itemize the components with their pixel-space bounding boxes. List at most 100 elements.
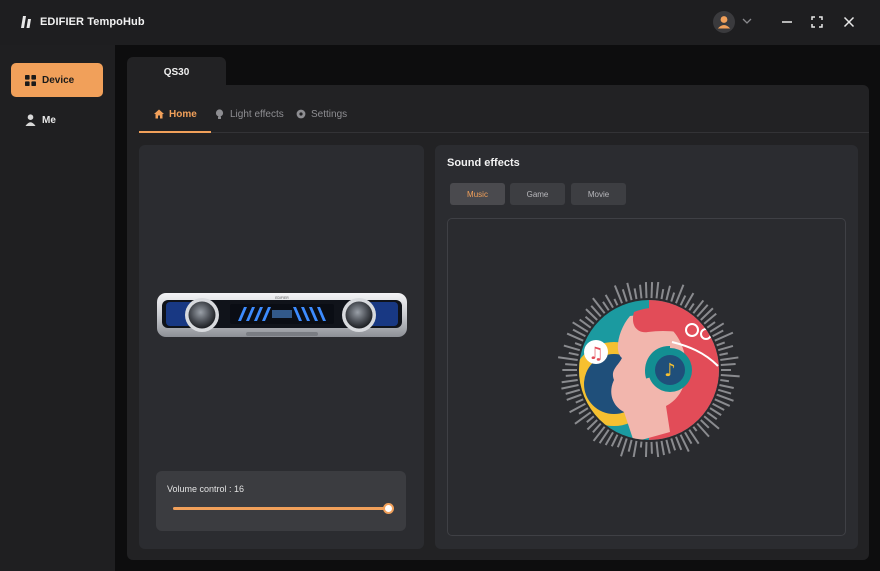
wave-bar — [706, 321, 716, 329]
sound-effects-title: Sound effects — [447, 157, 520, 169]
wave-bar — [557, 356, 578, 361]
wave-bar — [568, 351, 579, 357]
wave-bar — [700, 419, 710, 429]
close-icon — [843, 16, 855, 28]
music-note-icon: ♫ — [588, 344, 603, 364]
wave-bar — [719, 383, 734, 389]
grid-icon — [24, 74, 36, 86]
wave-bar — [586, 415, 595, 423]
wave-bar — [692, 426, 698, 432]
wave-bar — [660, 288, 665, 300]
volume-label: Volume control : 16 — [167, 484, 245, 494]
wave-bar — [575, 398, 584, 404]
wave-bar — [565, 363, 578, 366]
tab-home-label: Home — [169, 108, 197, 120]
movie-mode-button[interactable]: Movie — [571, 183, 626, 205]
volume-slider-handle[interactable] — [383, 503, 394, 514]
wave-bar — [572, 328, 586, 338]
wave-bar — [650, 282, 654, 299]
active-tab-indicator — [139, 131, 211, 133]
wave-bar — [565, 374, 578, 377]
wave-bar — [717, 388, 732, 395]
sidebar-item-me[interactable]: Me — [11, 103, 103, 137]
wave-bar — [610, 434, 619, 447]
tab-qs30[interactable]: QS30 — [127, 57, 226, 87]
wave-bar — [574, 342, 582, 347]
bulb-icon — [215, 108, 225, 119]
wave-bar — [644, 441, 648, 457]
tab-light-effects-label: Light effects — [230, 108, 284, 120]
wave-bar — [584, 315, 595, 325]
wave-bar — [578, 407, 589, 415]
wave-bar — [626, 282, 633, 301]
tab-settings-label: Settings — [311, 108, 348, 120]
sidebar-item-label: Device — [42, 74, 75, 86]
wave-bar — [720, 362, 736, 366]
wave-bar — [620, 438, 628, 457]
tab-home[interactable]: Home — [154, 96, 197, 132]
tab-light-effects[interactable]: Light effects — [215, 96, 284, 132]
wave-bar — [639, 284, 643, 299]
minimize-button[interactable] — [778, 13, 796, 31]
wave-bar — [627, 439, 633, 452]
app-title: EDIFIER TempoHub — [40, 16, 145, 28]
chevron-down-icon[interactable] — [740, 14, 754, 28]
wave-bar — [563, 344, 581, 352]
sidebar-item-label: Me — [42, 114, 56, 126]
wave-bar — [670, 292, 676, 302]
wave-bar — [714, 398, 731, 407]
wave-bar — [706, 411, 718, 421]
wave-bar — [613, 298, 619, 306]
wave-bar — [719, 352, 729, 357]
wave-bar — [639, 441, 643, 448]
gear-icon — [296, 109, 306, 119]
wave-bar — [655, 441, 660, 457]
title-bar: EDIFIER TempoHub — [0, 0, 880, 45]
wave-bar — [688, 303, 695, 311]
wave-bar — [665, 285, 671, 301]
wave-bar — [716, 393, 734, 402]
sidebar-item-device[interactable]: Device — [11, 63, 103, 97]
wave-bar — [712, 402, 725, 411]
sub-navigation: Home Light effects Settings — [139, 96, 869, 132]
speaker-image: EDIFIER — [157, 293, 407, 337]
wave-bar — [592, 422, 602, 433]
game-mode-button[interactable]: Game — [510, 183, 565, 205]
wave-bar — [566, 393, 582, 401]
volume-control — [156, 471, 406, 531]
close-button[interactable] — [840, 13, 858, 31]
minimize-icon — [782, 21, 792, 23]
edifier-logo-icon — [21, 16, 31, 28]
tab-settings[interactable]: Settings — [296, 96, 347, 132]
wave-bar — [670, 438, 677, 451]
wave-bar — [716, 341, 726, 347]
wave-bar — [709, 407, 722, 416]
wave-bar — [561, 379, 578, 384]
wave-bar — [561, 383, 579, 390]
music-note-icon: ♪ — [664, 360, 676, 381]
subtab-divider — [139, 132, 869, 133]
sidebar: Device Me — [0, 45, 115, 571]
wave-bar — [665, 439, 671, 454]
wave-bar — [655, 282, 660, 299]
wave-bar — [720, 374, 740, 378]
wave-bar — [633, 288, 638, 300]
wave-bar — [684, 431, 693, 445]
maximize-icon — [811, 16, 823, 28]
person-icon — [24, 114, 36, 126]
wave-bar — [720, 379, 730, 383]
wave-bar — [602, 301, 610, 311]
music-mode-button[interactable]: Music — [450, 183, 505, 205]
music-mode-illustration: ♪ ♫ — [557, 282, 740, 457]
home-icon — [154, 109, 164, 119]
wave-bar — [644, 282, 648, 299]
user-icon — [717, 16, 731, 29]
wave-bar — [675, 436, 683, 451]
maximize-button[interactable] — [808, 13, 826, 31]
wave-bar — [712, 329, 724, 338]
wave-bar — [720, 356, 739, 361]
wave-bar — [621, 289, 628, 302]
user-avatar[interactable] — [713, 11, 735, 33]
wave-bar — [660, 440, 665, 456]
wave-bar — [679, 295, 687, 306]
